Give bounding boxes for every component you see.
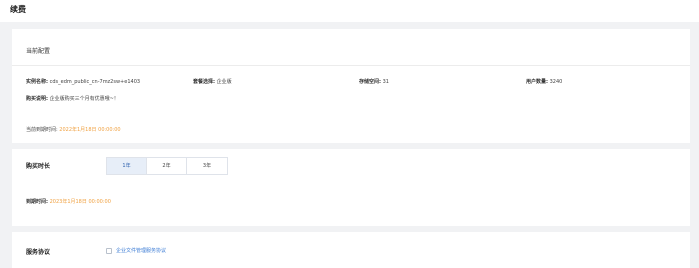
users-value: 3240 — [549, 79, 563, 85]
duration-selector: 1年 2年 3年 — [106, 157, 228, 175]
instance-name-label: 实例名称: — [26, 79, 48, 85]
divider — [12, 65, 690, 66]
package-label: 套餐选择: — [193, 79, 215, 85]
storage: 存储空间: 31 — [359, 78, 389, 85]
duration-label: 购买时长 — [26, 163, 51, 170]
instance-name: 实例名称: cds_edm_public_cn-7mz2sw+e1403 — [26, 78, 140, 85]
purchase-note-label: 购买说明: — [26, 96, 48, 102]
instance-name-value: cds_edm_public_cn-7mz2sw+e1403 — [49, 79, 141, 85]
storage-value: 31 — [382, 79, 389, 85]
new-expire-label: 到期时间: — [26, 199, 48, 205]
users: 用户数量: 3240 — [526, 78, 562, 85]
agreement-label: 服务协议 — [26, 249, 51, 256]
purchase-panel: 购买时长 1年 2年 3年 到期时间: 2023年1月18日 00:00:00 — [12, 149, 690, 226]
purchase-note-value: 企业版购买三个月有优惠哦~！ — [49, 96, 119, 102]
purchase-note: 购买说明: 企业版购买三个月有优惠哦~！ — [26, 95, 119, 102]
storage-label: 存储空间: — [359, 79, 381, 85]
duration-option-1y[interactable]: 1年 — [107, 158, 147, 174]
current-expire-value: 2022年1月18日 00:00:00 — [59, 127, 121, 133]
top-bar: 续费 — [0, 0, 699, 22]
current-expire-label: 当前到期时间: — [26, 127, 58, 133]
agreement-checkbox[interactable] — [106, 248, 112, 254]
current-config-title: 当前配置 — [26, 48, 51, 55]
agreement-panel: 服务协议 企业文件管理服务协议 — [12, 232, 690, 268]
duration-option-2y[interactable]: 2年 — [147, 158, 187, 174]
agreement-link[interactable]: 企业文件管理服务协议 — [116, 247, 166, 254]
duration-option-3y[interactable]: 3年 — [187, 158, 227, 174]
new-expire: 到期时间: 2023年1月18日 00:00:00 — [26, 198, 111, 205]
current-config-panel: 当前配置 实例名称: cds_edm_public_cn-7mz2sw+e140… — [12, 29, 690, 143]
new-expire-value: 2023年1月18日 00:00:00 — [49, 199, 111, 205]
page-title: 续费 — [10, 5, 26, 14]
users-label: 用户数量: — [526, 79, 548, 85]
package-value: 企业版 — [216, 79, 232, 85]
package: 套餐选择: 企业版 — [193, 78, 232, 85]
current-expire: 当前到期时间: 2022年1月18日 00:00:00 — [26, 126, 121, 133]
